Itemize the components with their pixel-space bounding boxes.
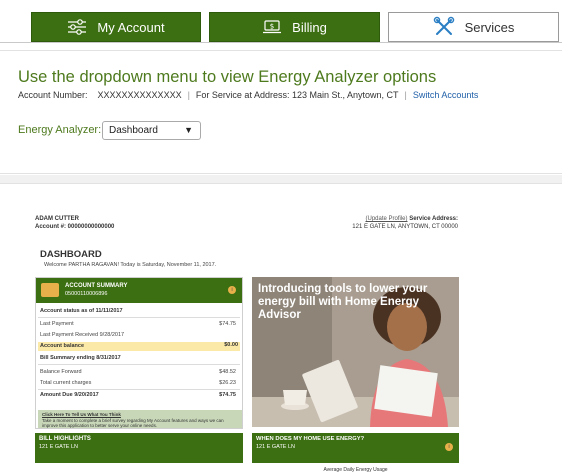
divider: |	[404, 90, 407, 100]
bill-row: Balance Forward $48.52	[40, 369, 238, 375]
tab-services-label: Services	[464, 19, 515, 35]
sliders-icon	[67, 18, 87, 36]
chevron-down-icon: ▼	[184, 125, 193, 135]
service-address-label: Service Address:	[409, 216, 458, 222]
divider: |	[187, 90, 190, 100]
tab-services[interactable]: Services	[388, 12, 559, 42]
account-balance-row: Account balance $0.00	[38, 342, 240, 351]
bill-row-label: Balance Forward	[40, 369, 82, 375]
page-title: Use the dropdown menu to view Energy Ana…	[18, 68, 437, 86]
tab-billing-label: Billing	[292, 19, 327, 35]
account-info-line: Account Number: XXXXXXXXXXXXXX | For Ser…	[18, 90, 478, 100]
account-summary-title: ACCOUNT SUMMARY	[65, 283, 128, 289]
divider	[38, 389, 240, 390]
account-summary-header: ACCOUNT SUMMARY 05000110006896 i	[36, 278, 242, 303]
switch-accounts-link[interactable]: Switch Accounts	[413, 90, 479, 100]
account-summary-number: 05000110006896	[65, 291, 108, 297]
amount-due-label: Amount Due 9/20/2017	[40, 392, 99, 398]
info-icon[interactable]: i	[445, 443, 453, 451]
divider	[38, 364, 240, 365]
bill-highlights-title: BILL HIGHLIGHTS	[39, 436, 91, 442]
status-heading: Account status as of 11/11/2017	[40, 308, 123, 314]
divider	[38, 317, 240, 318]
service-address: For Service at Address: 123 Main St., An…	[195, 90, 399, 100]
section-gap	[0, 175, 562, 183]
survey-box: Click Here To Tell Us What You Think Tak…	[38, 410, 242, 428]
account-number: XXXXXXXXXXXXXX	[97, 90, 182, 100]
svg-text:$: $	[270, 23, 274, 31]
bill-row: Total current charges $26.23	[40, 380, 238, 386]
amount-due-value: $74.75	[219, 392, 236, 398]
welcome-message: Welcome PARTHA RAGAVAN! Today is Saturda…	[44, 262, 217, 268]
top-navigation: My Account $ Billing Services	[0, 0, 562, 44]
account-number-label: Account Number:	[18, 90, 88, 100]
bill-summary-heading: Bill Summary ending 8/31/2017	[40, 355, 121, 361]
service-address-block: (Update Profile) Service Address: 121 E …	[352, 215, 458, 231]
home-energy-advisor-promo[interactable]: Introducing tools to lower your energy b…	[252, 277, 459, 427]
bill-row-value: $48.52	[219, 369, 236, 375]
account-id: Account #: 00000000000000	[35, 224, 115, 230]
amount-due-row: Amount Due 9/20/2017 $74.75	[40, 392, 238, 398]
summary-row-label: Last Payment Received 9/28/2017	[40, 332, 125, 338]
customer-info: ADAM CUTTER Account #: 00000000000000	[35, 215, 114, 231]
home-energy-address: 121 E GATE LN	[256, 444, 296, 450]
home-energy-title: WHEN DOES MY HOME USE ENERGY?	[256, 436, 365, 442]
dashboard-report: ADAM CUTTER Account #: 00000000000000 (U…	[0, 183, 562, 474]
bill-highlights-panel: BILL HIGHLIGHTS 121 E GATE LN	[35, 433, 243, 463]
balance-value: $0.00	[224, 342, 238, 348]
service-address-value: 121 E GATE LN, ANYTOWN, CT 00000	[352, 224, 458, 230]
info-icon[interactable]: i	[228, 286, 236, 294]
average-daily-usage-label: Average Daily Energy Usage	[252, 463, 459, 474]
summary-row-label: Last Payment	[40, 321, 74, 327]
balance-label: Account balance	[40, 343, 85, 349]
tab-my-account[interactable]: My Account	[31, 12, 201, 42]
summary-row: Last Payment $74.75	[40, 321, 238, 327]
nav-divider	[0, 42, 562, 43]
bill-row-label: Total current charges	[40, 380, 92, 386]
survey-text: Take a moment to complete a brief survey…	[42, 417, 224, 429]
energy-analyzer-header: Use the dropdown menu to view Energy Ana…	[0, 50, 562, 174]
dashboard-title: DASHBOARD	[40, 249, 102, 260]
bill-icon	[41, 283, 59, 297]
update-profile-link[interactable]: (Update Profile)	[365, 216, 407, 222]
bill-highlights-address: 121 E GATE LN	[39, 444, 79, 450]
tab-billing[interactable]: $ Billing	[209, 12, 380, 42]
bill-row-value: $26.23	[219, 380, 236, 386]
promo-headline: Introducing tools to lower your energy b…	[258, 283, 428, 321]
wrench-screwdriver-icon	[433, 16, 455, 38]
laptop-dollar-icon: $	[262, 19, 282, 35]
account-summary-panel: ACCOUNT SUMMARY 05000110006896 i Account…	[35, 277, 243, 429]
home-energy-usage-panel: WHEN DOES MY HOME USE ENERGY? 121 E GATE…	[252, 433, 459, 463]
energy-analyzer-dropdown[interactable]: Dashboard ▼	[102, 121, 201, 140]
customer-name: ADAM CUTTER	[35, 216, 79, 222]
dropdown-value: Dashboard	[109, 125, 158, 136]
summary-row-value: $74.75	[219, 321, 236, 327]
energy-analyzer-label: Energy Analyzer:	[18, 124, 102, 136]
tab-my-account-label: My Account	[97, 19, 165, 35]
summary-row: Last Payment Received 9/28/2017	[40, 332, 238, 338]
